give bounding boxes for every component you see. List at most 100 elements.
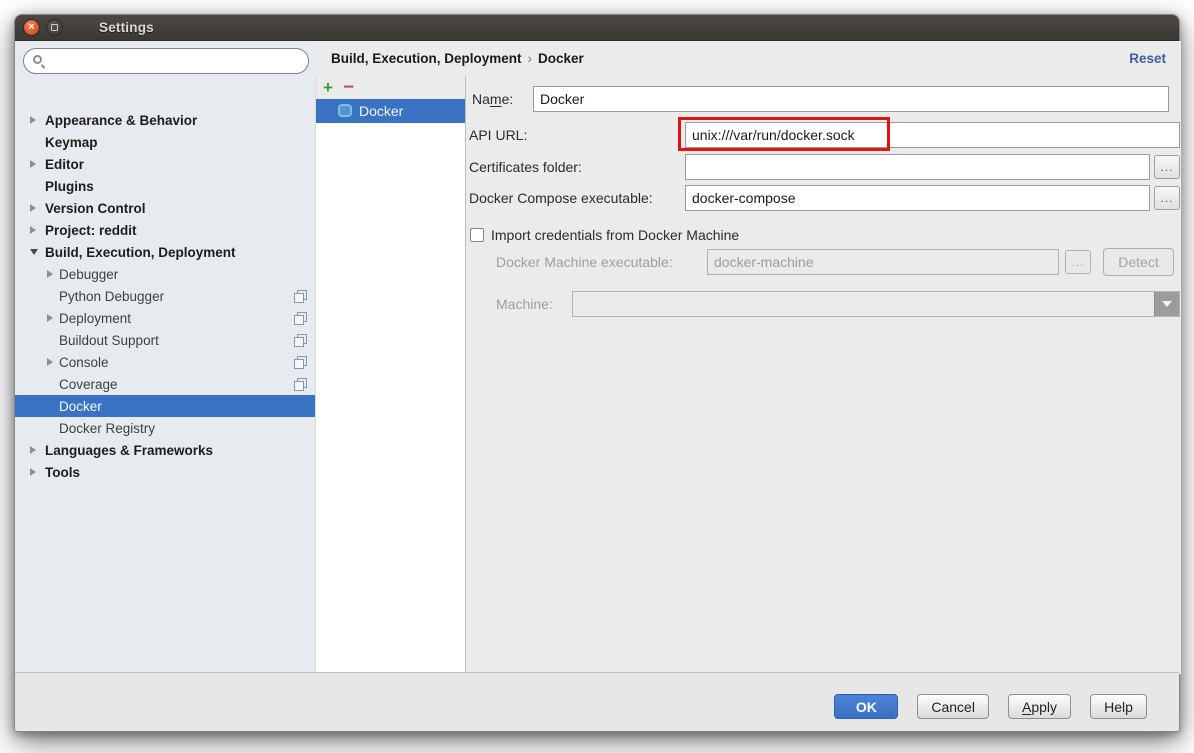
expand-arrow-icon[interactable] [30, 446, 36, 454]
expand-arrow-icon[interactable] [30, 116, 36, 124]
sidebar-item-label: Debugger [59, 267, 118, 282]
search-box[interactable] [23, 48, 309, 74]
shared-settings-icon [294, 378, 307, 391]
sidebar-item-label: Keymap [45, 135, 98, 150]
shared-settings-icon [294, 312, 307, 325]
settings-sidebar: Appearance & Behavior Keymap Editor Plug… [15, 41, 315, 674]
sidebar-item-appearance-behavior[interactable]: Appearance & Behavior [15, 109, 315, 131]
breadcrumb-current: Docker [538, 51, 584, 66]
api-url-label: API URL: [469, 122, 527, 148]
machine-label: Machine: [496, 291, 553, 317]
docker-settings-form: Name: API URL: Certificates folder: ... … [465, 76, 1181, 674]
expand-arrow-icon[interactable] [47, 358, 53, 366]
window-title: Settings [99, 20, 154, 35]
maximize-icon[interactable] [46, 19, 63, 36]
certificates-folder-label: Certificates folder: [469, 154, 582, 180]
expand-arrow-icon[interactable] [30, 226, 36, 234]
sidebar-item-debugger[interactable]: Debugger [15, 263, 315, 285]
name-field[interactable] [533, 86, 1169, 112]
sidebar-item-label: Project: reddit [45, 223, 137, 238]
remove-button[interactable]: − [343, 78, 354, 97]
sidebar-item-version-control[interactable]: Version Control [15, 197, 315, 219]
import-credentials-row: Import credentials from Docker Machine [470, 222, 739, 248]
api-url-field[interactable] [685, 122, 1180, 148]
sidebar-item-buildout-support[interactable]: Buildout Support [15, 329, 315, 351]
expand-arrow-icon[interactable] [47, 314, 53, 322]
help-button[interactable]: Help [1090, 694, 1147, 719]
docker-machine-exe-label: Docker Machine executable: [496, 249, 673, 275]
maximize-glyph [51, 24, 58, 31]
sidebar-item-label: Tools [45, 465, 80, 480]
shared-settings-icon [294, 290, 307, 303]
sidebar-item-console[interactable]: Console [15, 351, 315, 373]
close-icon[interactable]: × [23, 19, 40, 36]
dialog-buttons: OK Cancel Apply Help [834, 694, 1147, 719]
machine-select[interactable] [572, 291, 1180, 317]
dialog-footer: OK Cancel Apply Help [15, 672, 1179, 731]
detect-button[interactable]: Detect [1103, 248, 1174, 276]
sidebar-item-label: Appearance & Behavior [45, 113, 197, 128]
sidebar-item-coverage[interactable]: Coverage [15, 373, 315, 395]
import-credentials-label: Import credentials from Docker Machine [491, 222, 739, 248]
sidebar-item-editor[interactable]: Editor [15, 153, 315, 175]
page-header: Build, Execution, Deployment › Docker Rese… [315, 41, 1181, 76]
shared-settings-icon [294, 356, 307, 369]
ok-button[interactable]: OK [834, 694, 898, 719]
sidebar-item-label: Console [59, 355, 109, 370]
sidebar-item-label: Coverage [59, 377, 118, 392]
settings-window: × Settings Appearance & Behavior Keymap … [14, 14, 1180, 732]
sidebar-item-label: Languages & Frameworks [45, 443, 213, 458]
list-toolbar: + − [316, 76, 465, 99]
breadcrumb-root[interactable]: Build, Execution, Deployment [331, 51, 522, 66]
docker-server-list-panel: + − Docker [315, 76, 465, 674]
search-icon [33, 55, 42, 64]
apply-button[interactable]: Apply [1008, 694, 1071, 719]
import-credentials-checkbox[interactable] [470, 228, 484, 242]
sidebar-item-label: Deployment [59, 311, 131, 326]
docker-machine-exe-field[interactable] [707, 249, 1059, 275]
docker-icon [338, 104, 352, 117]
sidebar-item-keymap[interactable]: Keymap [15, 131, 315, 153]
titlebar: × Settings [15, 15, 1179, 41]
docker-machine-browse-button[interactable]: ... [1065, 250, 1091, 274]
sidebar-item-tools[interactable]: Tools [15, 461, 315, 483]
sidebar-item-label: Python Debugger [59, 289, 164, 304]
sidebar-item-languages-frameworks[interactable]: Languages & Frameworks [15, 439, 315, 461]
docker-compose-field[interactable] [685, 185, 1150, 211]
expand-arrow-icon[interactable] [30, 468, 36, 476]
expand-arrow-icon[interactable] [47, 270, 53, 278]
sidebar-item-plugins[interactable]: Plugins [15, 175, 315, 197]
list-item-docker[interactable]: Docker [316, 99, 465, 123]
sidebar-item-label: Docker [59, 399, 102, 414]
expand-arrow-icon[interactable] [30, 160, 36, 168]
docker-compose-browse-button[interactable]: ... [1154, 186, 1180, 210]
sidebar-item-label: Build, Execution, Deployment [45, 245, 236, 260]
sidebar-item-project-reddit[interactable]: Project: reddit [15, 219, 315, 241]
sidebar-item-label: Version Control [45, 201, 146, 216]
breadcrumb-separator: › [528, 51, 533, 66]
add-button[interactable]: + [323, 79, 333, 96]
expand-arrow-icon[interactable] [30, 204, 36, 212]
sidebar-item-label: Docker Registry [59, 421, 155, 436]
shared-settings-icon [294, 334, 307, 347]
breadcrumb: Build, Execution, Deployment › Docker [331, 51, 584, 66]
name-label: Name: [472, 86, 513, 112]
settings-tree: Appearance & Behavior Keymap Editor Plug… [15, 82, 315, 674]
certificates-browse-button[interactable]: ... [1154, 155, 1180, 179]
dropdown-arrow-icon[interactable] [1154, 292, 1179, 316]
sidebar-item-python-debugger[interactable]: Python Debugger [15, 285, 315, 307]
sidebar-item-label: Plugins [45, 179, 94, 194]
sidebar-item-deployment[interactable]: Deployment [15, 307, 315, 329]
cancel-button[interactable]: Cancel [917, 694, 989, 719]
sidebar-item-docker[interactable]: Docker [15, 395, 315, 417]
sidebar-item-label: Editor [45, 157, 84, 172]
sidebar-item-docker-registry[interactable]: Docker Registry [15, 417, 315, 439]
certificates-folder-field[interactable] [685, 154, 1150, 180]
list-item-label: Docker [359, 103, 403, 119]
search-input[interactable] [50, 50, 300, 72]
sidebar-item-build-execution-deployment[interactable]: Build, Execution, Deployment [15, 241, 315, 263]
reset-link[interactable]: Reset [1129, 51, 1166, 66]
collapse-arrow-icon[interactable] [30, 249, 38, 255]
docker-compose-label: Docker Compose executable: [469, 185, 653, 211]
sidebar-item-label: Buildout Support [59, 333, 159, 348]
